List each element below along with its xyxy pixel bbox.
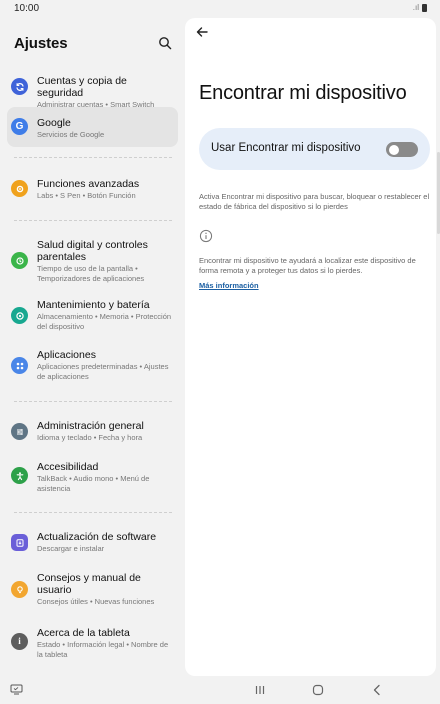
apps-grid-icon [11, 357, 28, 374]
keyboard-toggle-icon[interactable] [10, 684, 23, 695]
sidebar-item-consejos-manual[interactable]: Consejos y manual de usuario Consejos út… [7, 568, 178, 620]
heart-clock-icon [11, 252, 28, 269]
sidebar-item-title: Salud digital y controles parentales [37, 239, 148, 263]
info-circle-icon [199, 229, 213, 243]
home-icon[interactable] [311, 683, 325, 697]
sidebar-item-actualizacion-software[interactable]: Actualización de software Descargar e in… [7, 527, 178, 557]
divider [14, 512, 172, 513]
back-nav-icon[interactable] [370, 683, 384, 697]
sidebar-item-title: Funciones avanzadas [37, 178, 140, 190]
switch-knob [389, 144, 399, 155]
info-icon: i [11, 633, 28, 650]
sidebar-item-title: Administración general [37, 420, 144, 432]
sidebar-item-title: Cuentas y copia de seguridad [37, 75, 127, 99]
divider [14, 401, 172, 402]
status-icons: .ıl [413, 3, 427, 12]
sliders-icon [11, 423, 28, 440]
sidebar-item-cuentas[interactable]: Cuentas y copia de seguridad Administrar… [7, 70, 178, 109]
sidebar-item-subtitle: Consejos útiles • Nuevas funciones [37, 597, 155, 606]
sidebar-item-title: Consejos y manual de usuario [37, 572, 141, 596]
sidebar-item-title: Google [37, 117, 71, 129]
device-care-icon [11, 307, 28, 324]
page-title: Encontrar mi dispositivo [199, 82, 407, 104]
detail-pane: Encontrar mi dispositivo Usar Encontrar … [185, 18, 436, 676]
navigation-bar [0, 676, 440, 704]
sidebar-item-subtitle: Labs • S Pen • Botón Función [37, 191, 136, 200]
feature-description: Activa Encontrar mi dispositivo para bus… [199, 192, 430, 211]
battery-icon [422, 3, 427, 12]
sidebar-item-subtitle: Estado • Información legal • Nombre de l… [37, 640, 169, 659]
sidebar-item-title: Acerca de la tableta [37, 627, 130, 639]
divider [14, 157, 172, 158]
divider [14, 220, 172, 221]
lightbulb-icon [11, 581, 28, 598]
gear-plus-icon [11, 180, 28, 197]
sidebar-item-administracion-general[interactable]: Administración general Idioma y teclado … [7, 416, 178, 446]
more-info-link[interactable]: Más información [199, 281, 259, 290]
sidebar-item-subtitle: Servicios de Google [37, 130, 105, 139]
search-icon[interactable] [158, 36, 172, 50]
sidebar-item-accesibilidad[interactable]: Accesibilidad TalkBack • Audio mono • Me… [7, 456, 178, 496]
sidebar-item-salud-digital[interactable]: Salud digital y controles parentales Tie… [7, 235, 178, 287]
find-my-device-toggle-row[interactable]: Usar Encontrar mi dispositivo [199, 128, 430, 170]
sidebar-item-acerca-tableta[interactable]: i Acerca de la tableta Estado • Informac… [7, 622, 178, 664]
sidebar-item-mantenimiento[interactable]: Mantenimiento y batería Almacenamiento •… [7, 296, 178, 336]
software-update-icon [11, 534, 28, 551]
sidebar-item-title: Actualización de software [37, 531, 157, 543]
sidebar-item-google[interactable]: G Google Servicios de Google [7, 107, 178, 147]
sidebar-item-subtitle: TalkBack • Audio mono • Menú de asistenc… [37, 474, 150, 493]
sidebar-item-subtitle: Aplicaciones predeterminadas • Ajustes d… [37, 362, 169, 381]
accessibility-icon [11, 467, 28, 484]
sidebar-header: Ajustes [14, 35, 176, 55]
sidebar-item-subtitle: Idioma y teclado • Fecha y hora [37, 433, 143, 442]
status-time: 10:00 [14, 3, 40, 14]
sidebar-item-subtitle: Tiempo de uso de la pantalla • Temporiza… [37, 264, 145, 283]
sidebar-item-title: Accesibilidad [37, 461, 99, 473]
back-arrow-icon[interactable] [195, 25, 209, 39]
recent-apps-icon[interactable] [253, 683, 267, 697]
sidebar-item-aplicaciones[interactable]: Aplicaciones Aplicaciones predeterminada… [7, 346, 178, 386]
find-my-device-switch[interactable] [386, 142, 418, 157]
sync-icon [11, 78, 28, 95]
status-bar: 10:00 .ıl [0, 0, 440, 18]
sidebar-item-subtitle: Descargar e instalar [37, 544, 105, 553]
sidebar-item-subtitle: Almacenamiento • Memoria • Protección de… [37, 312, 172, 331]
sidebar-title: Ajustes [14, 35, 68, 52]
sidebar-item-title: Aplicaciones [37, 349, 96, 361]
settings-sidebar: Ajustes Cuentas y copia de seguridad Adm… [0, 18, 185, 676]
toggle-label: Usar Encontrar mi dispositivo [211, 142, 361, 154]
info-text: Encontrar mi dispositivo te ayudará a lo… [199, 256, 416, 275]
sidebar-item-funciones-avanzadas[interactable]: Funciones avanzadas Labs • S Pen • Botón… [7, 172, 178, 202]
signal-icon: .ıl [412, 3, 419, 12]
sidebar-item-title: Mantenimiento y batería [37, 299, 150, 311]
google-icon: G [11, 118, 28, 135]
